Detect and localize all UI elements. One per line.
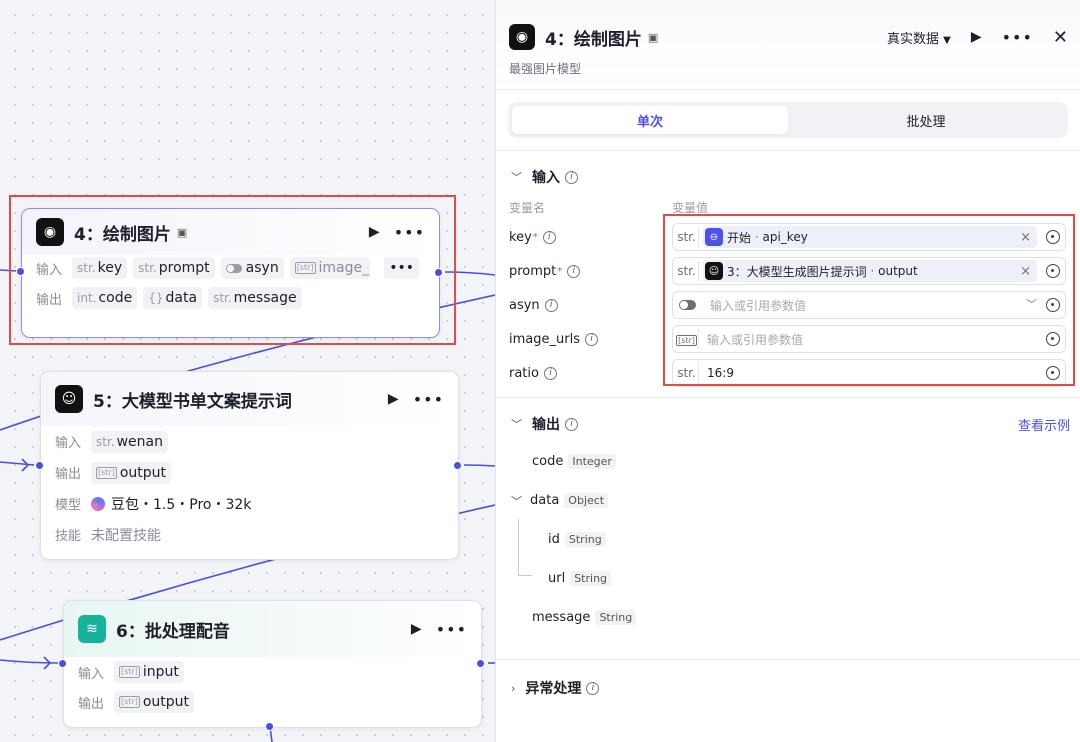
toggle-icon xyxy=(679,300,696,310)
mode-tabs: 单次 批处理 xyxy=(508,102,1068,138)
node-title: 6：批处理配音 xyxy=(116,621,230,642)
input-label: 输入 xyxy=(55,436,82,451)
doubao-icon xyxy=(91,496,105,511)
input-port[interactable] xyxy=(35,461,44,470)
skill-value: 未配置技能 xyxy=(91,527,161,544)
arrow-head xyxy=(21,458,30,472)
error-handling-header[interactable]: › 异常处理 i xyxy=(496,676,1080,700)
info-icon: i xyxy=(565,417,578,431)
info-icon: i xyxy=(544,298,558,312)
run-node-button[interactable]: ▶ xyxy=(411,621,422,637)
param-chip: [str] output xyxy=(114,691,195,713)
image-urls-field[interactable]: [str] 输入或引用参数值 xyxy=(672,325,1066,353)
plugin-icon: ▣ xyxy=(647,30,659,44)
more-options-button[interactable]: ••• xyxy=(413,390,444,409)
reference-target-icon[interactable] xyxy=(1046,332,1060,346)
image-model-icon: ◉ xyxy=(509,24,535,50)
output-field: code Integer xyxy=(496,442,1080,481)
chevron-down-icon: ﹀ xyxy=(511,494,522,508)
param-chip: [str] output xyxy=(91,461,172,484)
input-port[interactable] xyxy=(58,659,67,668)
close-icon[interactable]: ✕ xyxy=(1053,27,1068,48)
run-node-button[interactable]: ▶ xyxy=(388,391,399,407)
node-title: 5：大模型书单文案提示词 xyxy=(93,391,292,412)
node-6-batch-dubbing[interactable]: ≋ 6：批处理配音 ▶ ••• 输入 [str] input 输出 [str] ou… xyxy=(63,600,482,728)
chevron-right-icon: › xyxy=(511,681,516,695)
param-name: ratio i xyxy=(509,366,672,381)
llm-icon: ☺ xyxy=(55,385,83,413)
key-field[interactable]: str. ⊖ 开始 · api_key × xyxy=(672,223,1066,251)
input-label: 输入 xyxy=(78,666,105,682)
param-name: prompt * i xyxy=(509,264,672,279)
chevron-down-icon[interactable]: ﹀ xyxy=(1026,296,1037,312)
edge xyxy=(463,464,495,467)
output-field: id String xyxy=(496,520,1080,559)
tab-batch[interactable]: 批处理 xyxy=(788,106,1064,134)
param-name: key * i xyxy=(509,230,672,245)
caret-down-icon: ▼ xyxy=(943,34,951,46)
info-icon: i xyxy=(542,230,556,244)
info-icon: i xyxy=(543,366,557,380)
col-value-header: 变量值 xyxy=(672,201,709,215)
real-data-dropdown[interactable]: 真实数据 ▼ xyxy=(887,28,951,47)
output-field: message String xyxy=(496,598,1080,637)
param-chip: [str] input xyxy=(114,661,184,683)
arrow-head xyxy=(43,656,52,670)
tree-line xyxy=(518,519,519,575)
panel-title: 4：绘制图片 xyxy=(545,29,642,50)
workflow-canvas[interactable]: ◉ 4：绘制图片 ▣ ▶ ••• 输入 str. key str. prompt a… xyxy=(0,0,495,742)
skill-label: 技能 xyxy=(55,529,82,544)
selection-highlight xyxy=(9,195,456,345)
info-icon: i xyxy=(567,264,581,278)
col-name-header: 变量名 xyxy=(509,201,546,215)
view-example-link[interactable]: 查看示例 xyxy=(1018,415,1070,434)
edge xyxy=(0,461,35,466)
node-5-llm-booklist[interactable]: ☺ 5：大模型书单文案提示词 ▶ ••• 输入 str. wenan 输出 [st… xyxy=(40,371,459,560)
output-label: 输出 xyxy=(78,696,105,712)
batch-layers-icon: ≋ xyxy=(78,615,106,643)
edge xyxy=(0,659,59,664)
param-name: image_urls i xyxy=(509,332,672,347)
tree-line xyxy=(518,575,532,576)
prompt-field[interactable]: str. ☺ 3：大模型生成图片提示词 · output × xyxy=(672,257,1066,285)
clear-icon[interactable]: × xyxy=(1020,264,1031,279)
bottom-port[interactable] xyxy=(265,722,274,731)
output-label: 输出 xyxy=(55,467,82,482)
node-config-panel: ◉ 4：绘制图片 ▣ 真实数据 ▼ ▶ ••• ✕ 最强图片模型 单次 批处理 … xyxy=(495,0,1080,742)
output-field: url String xyxy=(496,559,1080,598)
more-options-button[interactable]: ••• xyxy=(436,620,467,639)
info-icon: i xyxy=(565,170,578,184)
variable-reference[interactable]: ⊖ 开始 · api_key × xyxy=(703,226,1037,248)
param-name: asyn i xyxy=(509,298,672,313)
model-label: 模型 xyxy=(55,498,82,513)
chevron-down-icon: ﹀ xyxy=(511,418,522,431)
output-port[interactable] xyxy=(453,461,462,470)
info-icon: i xyxy=(586,681,600,695)
param-chip: str. wenan xyxy=(91,430,168,453)
reference-target-icon[interactable] xyxy=(1046,230,1060,244)
run-button[interactable]: ▶ xyxy=(971,29,982,45)
start-node-icon: ⊖ xyxy=(705,228,723,246)
reference-target-icon[interactable] xyxy=(1046,298,1060,312)
asyn-field[interactable]: 输入或引用参数值 ﹀ xyxy=(672,291,1066,319)
panel-subtitle: 最强图片模型 xyxy=(509,62,582,76)
variable-reference[interactable]: ☺ 3：大模型生成图片提示词 · output × xyxy=(703,260,1037,282)
ratio-field[interactable]: str. 16:9 xyxy=(672,359,1066,387)
reference-target-icon[interactable] xyxy=(1046,264,1060,278)
tab-single[interactable]: 单次 xyxy=(512,106,788,134)
clear-icon[interactable]: × xyxy=(1020,230,1031,245)
input-section-header[interactable]: ﹀ 输入 i xyxy=(496,165,1080,189)
reference-target-icon[interactable] xyxy=(1046,366,1060,380)
model-name: 豆包・1.5・Pro・32k xyxy=(111,496,252,513)
more-options-button[interactable]: ••• xyxy=(1002,28,1033,47)
llm-icon: ☺ xyxy=(705,262,723,280)
output-port[interactable] xyxy=(476,659,485,668)
output-field[interactable]: ﹀ data Object xyxy=(496,481,1080,520)
chevron-down-icon: ﹀ xyxy=(511,171,522,184)
info-icon: i xyxy=(584,332,598,346)
output-section-header[interactable]: ﹀ 输出 i 查看示例 xyxy=(496,412,1080,436)
